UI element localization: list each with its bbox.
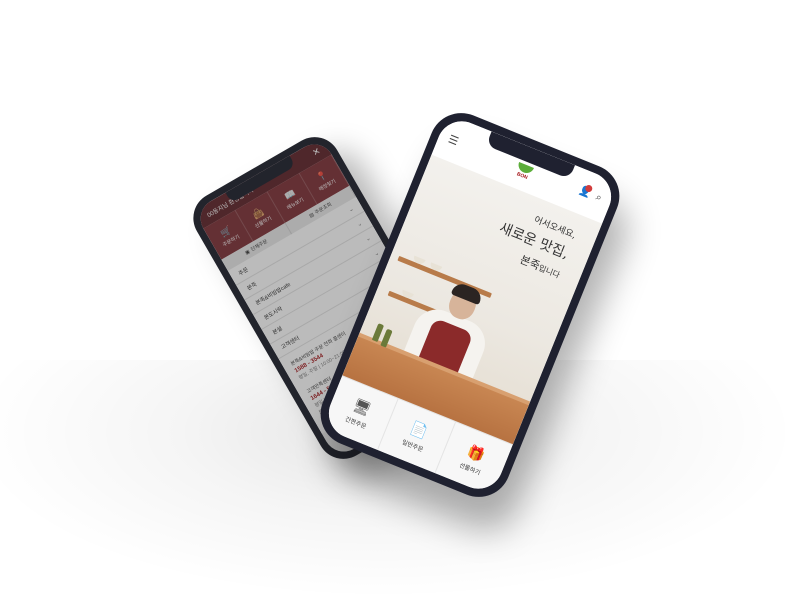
monitor-icon: 🖥 — [350, 396, 374, 418]
chevron-down-icon: ⌄ — [347, 205, 355, 214]
document-icon: 📄 — [407, 419, 431, 441]
menu-row-label: 주문 — [237, 267, 250, 278]
menu-row-label: 본설 — [271, 325, 284, 337]
group-order-icon: ▣ — [243, 248, 251, 256]
close-icon[interactable]: ✕ — [310, 145, 322, 158]
hero-suffix: 입니다 — [537, 263, 562, 281]
chevron-down-icon: ⌄ — [373, 249, 381, 258]
chevron-down-icon: ⌄ — [364, 235, 372, 243]
order-check-icon: ▤ — [307, 211, 316, 219]
menu-row-label: 본죽 — [246, 281, 259, 293]
hamburger-menu-icon[interactable]: ☰ — [446, 132, 460, 148]
hero-copy: 어서오세요, 새로운 맛집, 본죽입니다 — [489, 202, 578, 282]
search-icon[interactable]: ⌕ — [594, 192, 603, 204]
gift-icon: 🎁 — [465, 442, 488, 464]
chevron-down-icon: ⌄ — [356, 220, 364, 229]
brand-logo[interactable]: BON — [514, 161, 534, 182]
